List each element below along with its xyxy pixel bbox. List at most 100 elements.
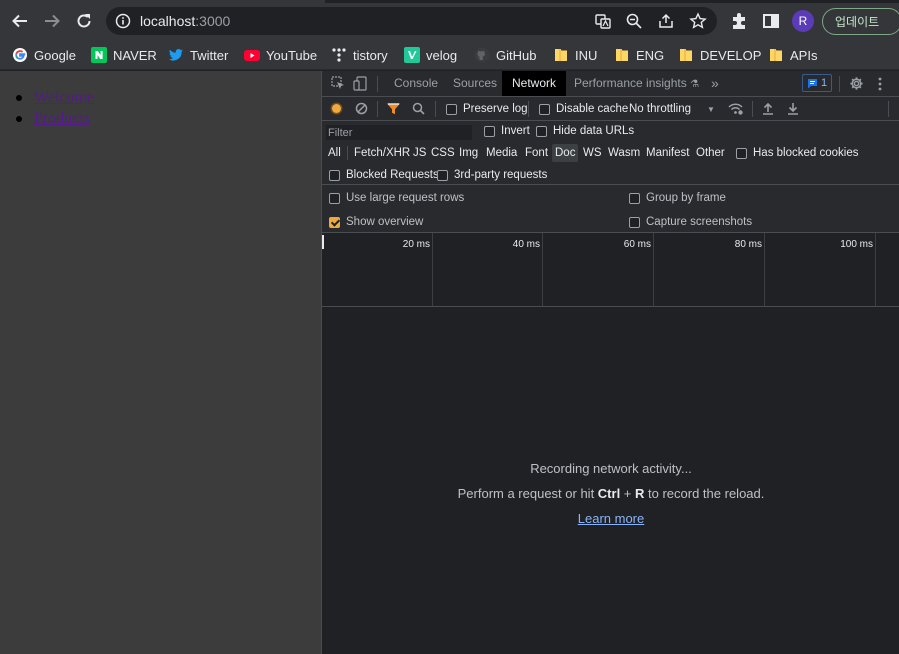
tab-sources[interactable]: Sources [443, 71, 507, 96]
import-har-icon[interactable] [762, 102, 774, 115]
bookmark-twitter[interactable]: Twitter [168, 45, 228, 65]
tab-performance-insights[interactable]: Performance insights ⚗ [564, 71, 709, 96]
checkbox-box [437, 169, 448, 181]
record-icon[interactable] [330, 102, 343, 115]
folder-icon [614, 47, 630, 63]
show-overview-checkbox[interactable]: Show overview [329, 216, 423, 228]
large-request-rows-checkbox[interactable]: Use large request rows [329, 192, 464, 204]
tab-console[interactable]: Console [384, 71, 448, 96]
type-filter-manifest[interactable]: Manifest [644, 144, 691, 162]
search-icon[interactable] [412, 102, 425, 115]
back-button[interactable] [8, 9, 32, 33]
site-info-icon[interactable] [114, 12, 132, 30]
browser-toolbar: localhost:3000 R 업데이트 [0, 0, 899, 40]
share-icon[interactable] [657, 12, 675, 30]
preserve-log-checkbox[interactable]: Preserve log [446, 103, 528, 115]
timeline-tick-label: 80 ms [734, 239, 762, 250]
checkbox-label: Show overview [346, 216, 424, 228]
has-blocked-cookies-checkbox[interactable]: Has blocked cookies [736, 147, 858, 159]
type-filter-wasm[interactable]: Wasm [606, 144, 642, 162]
bookmark-label: NAVER [113, 47, 157, 63]
timeline-tick-label: 100 ms [840, 239, 873, 250]
capture-screenshots-checkbox[interactable]: Capture screenshots [629, 216, 752, 228]
address-bar[interactable]: localhost:3000 [106, 7, 717, 35]
timeline-gridline [875, 233, 876, 306]
bookmark-folder-apis[interactable]: APIs [768, 45, 817, 65]
side-panel-icon[interactable] [761, 11, 781, 31]
url-text[interactable]: localhost:3000 [140, 13, 230, 29]
welcome-link[interactable]: Welcome [34, 89, 94, 106]
type-divider [347, 146, 348, 160]
learn-more-row: Learn more [322, 511, 899, 526]
zoom-icon[interactable] [625, 12, 643, 30]
bookmark-velog[interactable]: velog [404, 45, 457, 65]
blocked-requests-checkbox[interactable]: Blocked Requests [329, 169, 439, 181]
reload-button[interactable] [72, 9, 96, 33]
bookmark-youtube[interactable]: YouTube [244, 45, 317, 65]
third-party-requests-checkbox[interactable]: 3rd-party requests [437, 169, 547, 181]
timeline-overview[interactable]: 20 ms 40 ms 60 ms 80 ms 100 ms [322, 233, 899, 307]
learn-more-link[interactable]: Learn more [578, 511, 644, 526]
invert-checkbox[interactable]: Invert [484, 125, 530, 137]
checkbox-label: Disable cache [556, 103, 629, 115]
bookmark-google[interactable]: Google [12, 45, 76, 65]
tab-divider [377, 76, 378, 92]
timeline-gridline [653, 233, 654, 306]
bookmark-folder-develop[interactable]: DEVELOP [678, 45, 761, 65]
forward-button[interactable] [40, 9, 64, 33]
hide-data-urls-checkbox[interactable]: Hide data URLs [536, 125, 634, 137]
checkbox-box [629, 192, 640, 204]
list-item: Welcome [16, 89, 94, 110]
network-conditions-icon[interactable] [728, 102, 743, 115]
settings-gear-icon[interactable] [849, 76, 864, 91]
filter-funnel-icon[interactable] [387, 102, 400, 115]
checkbox-box [484, 125, 495, 137]
bookmark-tistory[interactable]: tistory [331, 45, 388, 65]
bookmark-label: velog [426, 47, 458, 63]
products-link[interactable]: Products [34, 110, 90, 127]
bookmark-label: Google [34, 47, 76, 63]
update-button[interactable]: 업데이트 [822, 8, 899, 35]
kebab-menu-icon[interactable] [878, 77, 882, 91]
device-toolbar-icon[interactable] [353, 76, 367, 91]
bookmark-github[interactable]: GitHub [474, 45, 536, 65]
type-filter-doc[interactable]: Doc [552, 144, 579, 162]
tab-network[interactable]: Network [502, 71, 567, 96]
checkbox-label: Preserve log [463, 103, 528, 115]
type-filter-img[interactable]: Img [457, 144, 480, 162]
tab-label: Performance insights [574, 76, 687, 90]
type-filter-ws[interactable]: WS [581, 144, 604, 162]
type-filter-css[interactable]: CSS [429, 144, 457, 162]
type-filter-media[interactable]: Media [484, 144, 519, 162]
network-toolbar: Preserve log Disable cache No throttling… [322, 97, 899, 121]
extensions-icon[interactable] [729, 11, 749, 31]
bookmark-label: DEVELOP [700, 47, 762, 63]
export-har-icon[interactable] [787, 102, 799, 115]
folder-icon [768, 47, 784, 63]
issues-badge[interactable]: 1 [802, 74, 832, 92]
disable-cache-checkbox[interactable]: Disable cache [539, 103, 628, 115]
filter-bar: Invert Hide data URLs All Fetch/XHR JS C… [322, 121, 899, 185]
bookmark-star-icon[interactable] [689, 12, 707, 30]
type-filter-fetch-xhr[interactable]: Fetch/XHR [352, 144, 412, 162]
filter-input[interactable] [326, 125, 472, 140]
type-filter-all[interactable]: All [326, 144, 343, 162]
bookmark-folder-eng[interactable]: ENG [614, 45, 664, 65]
toolbar-divider [888, 101, 889, 117]
profile-avatar[interactable]: R [792, 10, 814, 32]
bookmark-folder-inu[interactable]: INU [553, 45, 597, 65]
group-by-frame-checkbox[interactable]: Group by frame [629, 192, 726, 204]
bookmark-naver[interactable]: NAVER [91, 45, 157, 65]
type-filter-font[interactable]: Font [523, 144, 550, 162]
inspect-element-icon[interactable] [331, 76, 345, 90]
checkbox-box [736, 147, 747, 159]
throttling-select[interactable]: No throttling ▼ [629, 103, 715, 115]
translate-icon[interactable] [594, 12, 612, 30]
timeline-tick-label: 60 ms [623, 239, 651, 250]
clear-icon[interactable] [355, 102, 368, 115]
type-filter-js[interactable]: JS [411, 144, 428, 162]
more-tabs-icon[interactable]: » [711, 75, 719, 91]
toolbar-divider [528, 101, 529, 117]
type-filter-other[interactable]: Other [694, 144, 727, 162]
checkbox-label: Hide data URLs [553, 125, 635, 137]
